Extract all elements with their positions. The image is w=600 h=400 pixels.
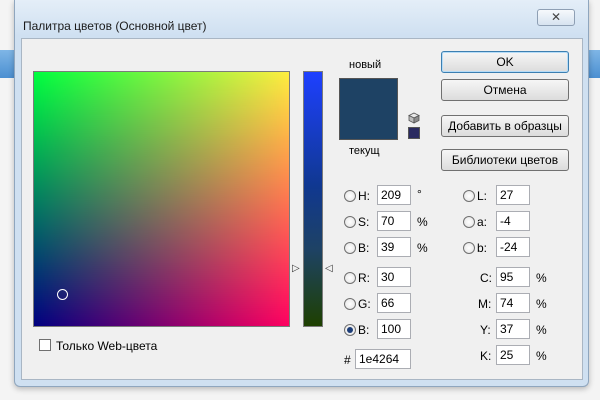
current-color-label: текущ — [349, 145, 380, 157]
unit-y: % — [536, 323, 547, 337]
label-k: K: — [480, 349, 492, 363]
new-color-swatch — [340, 79, 397, 109]
input-s[interactable]: 70 — [377, 211, 411, 231]
label-lab-b: b: — [477, 241, 488, 255]
close-icon: ✕ — [550, 10, 562, 24]
label-m: M: — [478, 297, 492, 311]
slider-right-arrow-icon[interactable]: ◁ — [325, 264, 335, 274]
web-only-label[interactable]: Только Web-цвета — [56, 339, 157, 353]
color-field-picker[interactable] — [57, 289, 68, 300]
gamut-cube-icon[interactable] — [408, 112, 420, 124]
unit-c: % — [536, 271, 547, 285]
unit-k: % — [536, 349, 547, 363]
window-title: Палитра цветов (Основной цвет) — [23, 19, 207, 33]
cancel-button[interactable]: Отмена — [441, 79, 569, 101]
add-to-swatches-button[interactable]: Добавить в образцы — [441, 115, 569, 137]
input-lab-b[interactable]: -24 — [496, 237, 530, 257]
label-b-blue: B: — [358, 323, 370, 337]
new-color-label: новый — [349, 59, 382, 71]
radio-b-blue[interactable] — [344, 324, 356, 336]
web-only-checkbox[interactable] — [39, 339, 51, 351]
close-button[interactable]: ✕ — [537, 9, 575, 26]
radio-r[interactable] — [344, 272, 356, 284]
input-g[interactable]: 66 — [377, 293, 411, 313]
label-a: a: — [477, 215, 488, 229]
web-safe-swatch-icon[interactable] — [408, 127, 420, 139]
unit-b-brightness: % — [417, 241, 428, 255]
radio-lab-b[interactable] — [463, 242, 475, 254]
radio-b-brightness[interactable] — [344, 242, 356, 254]
channel-slider[interactable] — [303, 71, 323, 327]
input-c[interactable]: 95 — [496, 267, 530, 287]
input-y[interactable]: 37 — [496, 319, 530, 339]
label-b-brightness: B: — [358, 241, 370, 255]
hex-label: # — [344, 353, 351, 367]
input-k[interactable]: 25 — [496, 345, 530, 365]
label-g: G: — [358, 297, 371, 311]
color-field[interactable] — [33, 71, 290, 327]
label-h: H: — [358, 189, 370, 203]
current-color-swatch[interactable] — [340, 109, 397, 139]
radio-a[interactable] — [463, 216, 475, 228]
label-l: L: — [477, 189, 488, 203]
radio-h[interactable] — [344, 190, 356, 202]
color-field-bottom-gradient — [34, 72, 289, 326]
input-b-blue[interactable]: 100 — [377, 319, 411, 339]
title-bar[interactable]: Палитра цветов (Основной цвет) ✕ — [15, 0, 588, 36]
radio-s[interactable] — [344, 216, 356, 228]
dialog-body: ▷ ◁ новый текущ OK Отмена Добавить в обр… — [21, 38, 583, 380]
color-picker-dialog: Палитра цветов (Основной цвет) ✕ ▷ ◁ нов… — [14, 0, 589, 387]
ok-button[interactable]: OK — [441, 51, 569, 73]
label-y: Y: — [480, 323, 491, 337]
color-libraries-button[interactable]: Библиотеки цветов — [441, 149, 569, 171]
input-h[interactable]: 209 — [377, 185, 411, 205]
label-r: R: — [358, 271, 370, 285]
input-b-brightness[interactable]: 39 — [377, 237, 411, 257]
label-s: S: — [358, 215, 370, 229]
unit-h: ° — [417, 187, 422, 201]
unit-m: % — [536, 297, 547, 311]
input-r[interactable]: 30 — [377, 267, 411, 287]
input-m[interactable]: 74 — [496, 293, 530, 313]
radio-g[interactable] — [344, 298, 356, 310]
hex-input[interactable]: 1e4264 — [355, 349, 411, 369]
input-l[interactable]: 27 — [496, 185, 530, 205]
slider-left-arrow-icon[interactable]: ▷ — [292, 264, 302, 274]
radio-l[interactable] — [463, 190, 475, 202]
label-c: C: — [480, 271, 492, 285]
input-a[interactable]: -4 — [496, 211, 530, 231]
unit-s: % — [417, 215, 428, 229]
